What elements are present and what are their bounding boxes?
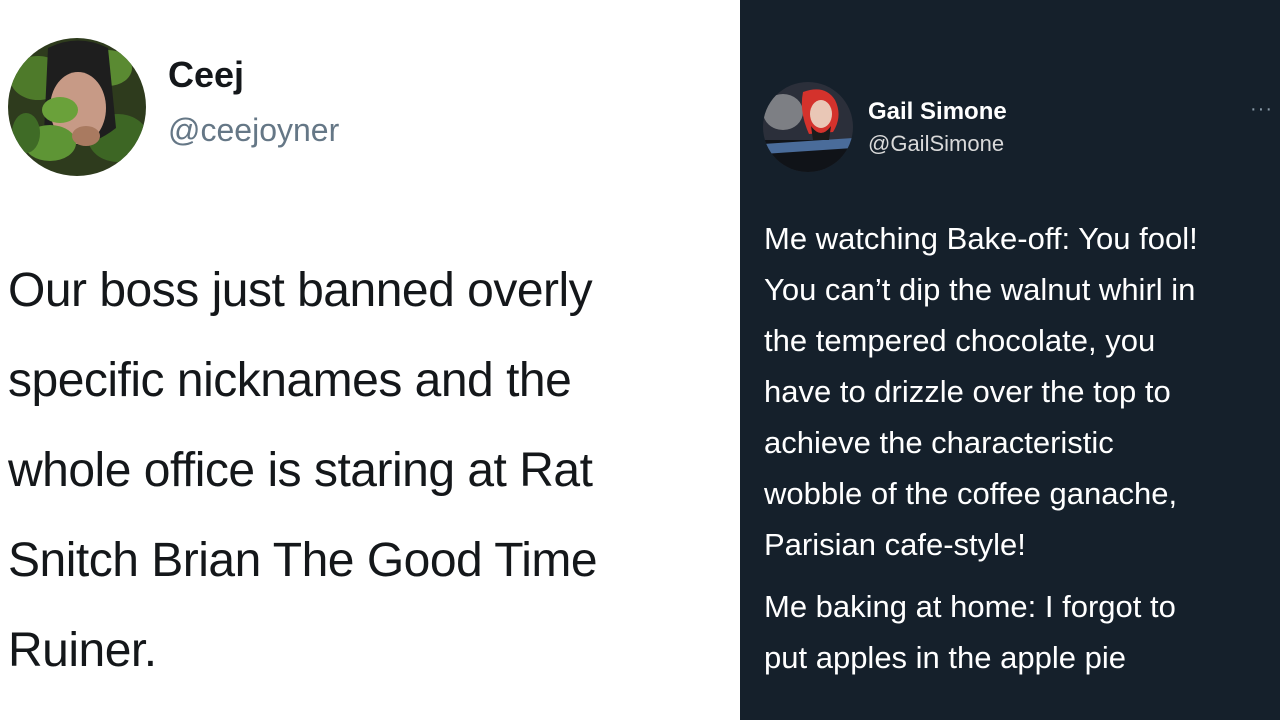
tweet-text-line: Me baking at home: I forgot to	[764, 589, 1176, 624]
avatar[interactable]	[763, 82, 853, 172]
author-handle[interactable]: @GailSimone	[868, 131, 1004, 157]
avatar[interactable]	[8, 38, 146, 176]
tweet-gail-simone: Gail Simone @GailSimone ··· Me watching …	[740, 0, 1280, 720]
tweet-text-line: have to drizzle over the top to	[764, 374, 1171, 409]
author-name[interactable]: Gail Simone	[868, 98, 1007, 126]
tweet-text-line: You can’t dip the walnut whirl in	[764, 272, 1196, 307]
author-handle[interactable]: @ceejoyner	[168, 112, 339, 149]
tweet-text-line: wobble of the coffee ganache,	[764, 476, 1178, 511]
tweet-ceej: Ceej @ceejoyner Our boss just banned ove…	[0, 0, 740, 720]
tweet-text-line: Our boss just banned overly	[8, 264, 593, 317]
tweet-text-line: achieve the characteristic	[764, 425, 1114, 460]
tweet-text-line: put apples in the apple pie	[764, 640, 1126, 675]
more-options-icon[interactable]: ···	[1250, 98, 1273, 121]
tweet-text-line: Snitch Brian The Good Time	[8, 534, 598, 587]
tweet-text-line: the tempered chocolate, you	[764, 323, 1156, 358]
tweet-text-line: Me watching Bake-off: You fool!	[764, 221, 1198, 256]
profile-photo-leaves-icon	[8, 38, 146, 176]
author-name[interactable]: Ceej	[168, 54, 244, 96]
tweet-text: Our boss just banned overly specific nic…	[8, 246, 736, 696]
tweet-text-line: Ruiner.	[8, 624, 157, 677]
profile-photo-redhead-icon	[763, 82, 853, 172]
tweet-text-line: Parisian cafe-style!	[764, 527, 1026, 562]
tweet-text-paragraph-1: Me watching Bake-off: You fool! You can’…	[764, 213, 1274, 570]
tweet-text-paragraph-2: Me baking at home: I forgot to put apple…	[764, 581, 1274, 683]
tweet-text-line: whole office is staring at Rat	[8, 444, 593, 497]
tweet-text-line: specific nicknames and the	[8, 354, 572, 407]
